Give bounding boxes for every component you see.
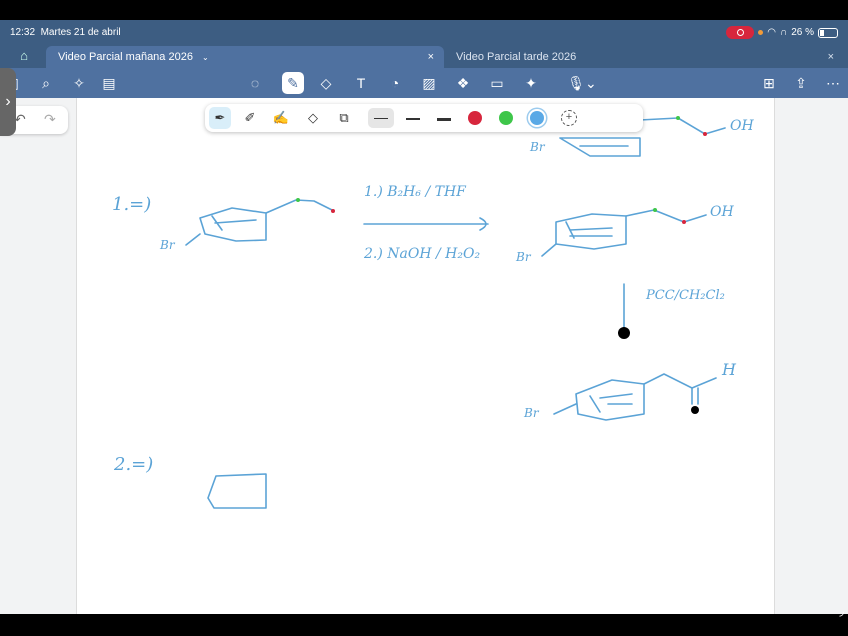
textbox-icon[interactable]: T [350, 72, 372, 94]
pcc-label: PCC/CH₂Cl₂ [646, 288, 725, 303]
laser-pointer-icon[interactable]: ✦ [520, 72, 542, 94]
reaction-arrow [363, 217, 489, 231]
tab-label: Video Parcial mañana 2026 [58, 51, 193, 63]
status-date: Martes 21 de abril [40, 27, 121, 38]
h-label: H [722, 360, 736, 379]
document-tab-bar: ⌂ Video Parcial mañana 2026 ⌄ × Video Pa… [0, 44, 848, 68]
status-time: 12:32 Martes 21 de abril [10, 27, 121, 38]
battery-icon [818, 27, 838, 38]
outline-icon[interactable]: ▤ [98, 72, 120, 94]
color-swatch-blue[interactable] [530, 111, 544, 125]
search-icon[interactable]: ⌕ [35, 72, 57, 94]
thickness-medium[interactable] [400, 108, 426, 128]
brush-pen-icon[interactable]: ✍ [270, 107, 292, 129]
battery-percent: 26 % [791, 27, 814, 38]
add-color-icon[interactable]: + [561, 110, 577, 126]
exercise1-product [541, 208, 707, 257]
fountain-pen-icon[interactable]: ✒ [209, 107, 231, 129]
ball-pen-icon[interactable]: ✐ [239, 107, 261, 129]
screen-recording-icon[interactable] [726, 26, 755, 39]
handwriting-layer [185, 116, 726, 509]
exercise1-label: 1.=) [112, 194, 152, 215]
br-label: Br [530, 140, 545, 154]
main-toolbar: ▯ ⌕ ✧ ▤ ◌ ✎ ◇ T ◔ ▨ ❖ ▭ ✦ 🎙⌄ ⊞ ⇪ ⋯ [0, 68, 848, 98]
lasso-icon[interactable]: ◌ [244, 72, 266, 94]
wifi-icon: ◠ [767, 27, 777, 38]
tab-video-parcial-tarde[interactable]: Video Parcial tarde 2026 × [444, 46, 844, 68]
resize-corner-icon[interactable]: ◞ [839, 604, 844, 618]
elements-icon[interactable]: ❖ [452, 72, 474, 94]
exercise1-reactant [185, 198, 335, 246]
tab-label: Video Parcial tarde 2026 [456, 51, 577, 63]
pen-tray: ✒ ✐ ✍ ◇ ⧉ + [205, 104, 643, 132]
eraser-icon[interactable]: ◇ [315, 72, 337, 94]
exercise2-ring [207, 473, 267, 509]
aldehyde-product [553, 373, 717, 421]
more-icon[interactable]: ⋯ [822, 72, 844, 94]
share-icon[interactable]: ⇪ [790, 72, 812, 94]
status-bar: 12:32 Martes 21 de abril ◠ ∩ 26 % [0, 20, 848, 44]
close-icon[interactable]: × [428, 46, 434, 68]
close-icon[interactable]: × [828, 46, 834, 68]
br-label: Br [160, 238, 175, 252]
thickness-thick[interactable] [431, 108, 457, 128]
sticky-note-icon[interactable]: ▭ [486, 72, 508, 94]
home-icon[interactable]: ⌂ [16, 48, 32, 64]
color-swatch-green[interactable] [499, 111, 513, 125]
canvas-area: ↶ ↷ Br OH 1.=) Br 1.) B₂H₆ / THF 2.) NaO… [0, 98, 848, 614]
reagent-step2: 2.) NaOH / H₂O₂ [364, 246, 481, 262]
pen-icon[interactable]: ✎ [282, 72, 304, 94]
headphones-icon: ∩ [780, 27, 788, 38]
bottom-bar: ◞ [0, 604, 848, 636]
eraser-tool-icon[interactable]: ◇ [302, 107, 324, 129]
oh-label: OH [710, 204, 734, 220]
sparkle-icon[interactable]: ✧ [68, 72, 90, 94]
oxidation-arrow [618, 283, 630, 339]
color-swatch-red[interactable] [468, 111, 482, 125]
exercise2-label: 2.=) [114, 454, 154, 475]
br-label: Br [524, 406, 539, 420]
microphone-icon[interactable]: 🎙⌄ [565, 72, 599, 94]
shape-tool-icon[interactable]: ⧉ [333, 107, 355, 129]
image-icon[interactable]: ▨ [418, 72, 440, 94]
add-page-icon[interactable]: ⊞ [758, 72, 780, 94]
tab-video-parcial-manana[interactable]: Video Parcial mañana 2026 ⌄ × [46, 46, 444, 68]
mic-indicator-icon [758, 30, 764, 35]
br-label: Br [516, 250, 531, 264]
chevron-down-icon[interactable]: ⌄ [202, 53, 209, 62]
shapes-icon[interactable]: ◔ [384, 72, 406, 94]
oh-label: OH [730, 118, 754, 134]
reagent-step1: 1.) B₂H₆ / THF [364, 184, 466, 200]
sidebar-toggle-handle[interactable]: › [0, 68, 16, 136]
thickness-thin[interactable] [368, 108, 394, 128]
